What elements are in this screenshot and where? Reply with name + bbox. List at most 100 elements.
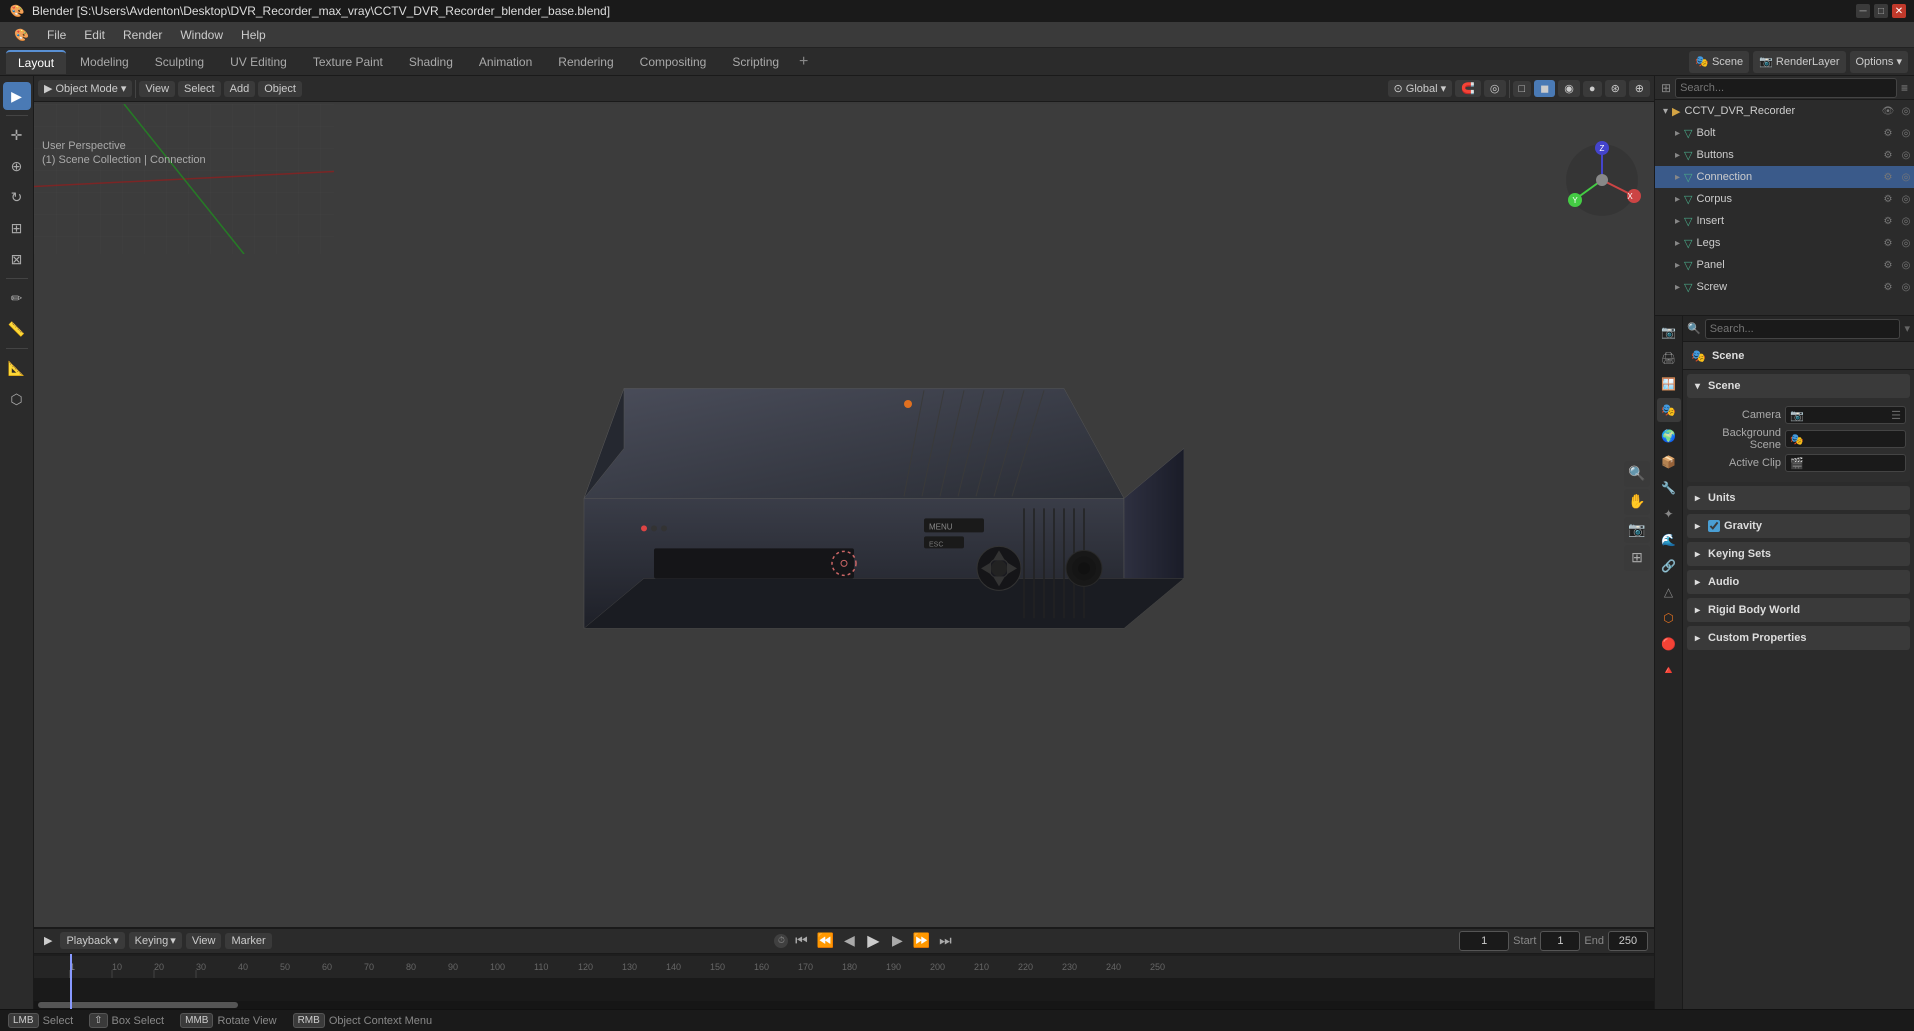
restrict-icon[interactable]: ◎ <box>1898 125 1914 141</box>
active-clip-value[interactable]: 🎬 <box>1785 454 1906 472</box>
jump-next-keyframe[interactable]: ⏩ <box>910 930 932 952</box>
rigid-body-section-header[interactable]: ▸ Rigid Body World <box>1687 598 1910 622</box>
restrict-icon[interactable]: ◎ <box>1898 103 1914 119</box>
jump-prev-keyframe[interactable]: ⏪ <box>814 930 836 952</box>
view-menu-timeline[interactable]: View <box>186 933 222 949</box>
jump-end-button[interactable]: ⏭ <box>934 930 956 952</box>
viewport-camera-tool[interactable]: 📷 <box>1624 517 1650 543</box>
timeline-scrollbar-thumb[interactable] <box>38 1002 238 1008</box>
custom-props-section-header[interactable]: ▸ Custom Properties <box>1687 626 1910 650</box>
tool-scale[interactable]: ⊞ <box>3 214 31 242</box>
view-menu[interactable]: View <box>139 81 175 97</box>
tool-cursor[interactable]: ✛ <box>3 121 31 149</box>
props-tab-data[interactable]: △ <box>1657 580 1681 604</box>
gravity-section-header[interactable]: ▸ Gravity <box>1687 514 1910 538</box>
3d-viewport[interactable]: MENU ESC <box>34 104 1654 927</box>
outliner-filter-icon[interactable]: ≡ <box>1901 81 1908 95</box>
restrict-icon[interactable]: ◎ <box>1898 257 1914 273</box>
props-tab-world[interactable]: 🌍 <box>1657 424 1681 448</box>
tool-move[interactable]: ⊕ <box>3 152 31 180</box>
play-button[interactable]: ▶ <box>862 930 884 952</box>
step-forward-button[interactable]: ▶ <box>886 930 908 952</box>
add-workspace-button[interactable]: + <box>793 51 814 73</box>
vis-icon[interactable]: ⚙ <box>1880 125 1896 141</box>
outliner-item-bolt[interactable]: ▸ ▽ Bolt ⚙ ◎ <box>1655 122 1914 144</box>
props-tab-extra2[interactable]: 🔺 <box>1657 658 1681 682</box>
visibility-icon[interactable]: 👁 <box>1880 103 1896 119</box>
vis-icon[interactable]: ⚙ <box>1880 279 1896 295</box>
viewport-options[interactable]: Options ▾ <box>1850 51 1909 73</box>
outliner-item-panel[interactable]: ▸ ▽ Panel ⚙ ◎ <box>1655 254 1914 276</box>
transform-pivot[interactable]: ⊙ Global ▾ <box>1388 80 1453 97</box>
viewport-shading-solid[interactable]: ◼ <box>1534 80 1555 97</box>
outliner-item-connection[interactable]: ▸ ▽ Connection ⚙ ◎ <box>1655 166 1914 188</box>
minimize-button[interactable]: ─ <box>1856 4 1870 18</box>
restrict-icon[interactable]: ◎ <box>1898 213 1914 229</box>
select-menu[interactable]: Select <box>178 81 221 97</box>
props-tab-physics[interactable]: 🌊 <box>1657 528 1681 552</box>
menu-window[interactable]: Window <box>172 25 231 45</box>
vis-icon[interactable]: ⚙ <box>1880 191 1896 207</box>
add-menu[interactable]: Add <box>224 81 256 97</box>
props-tab-object[interactable]: 📦 <box>1657 450 1681 474</box>
menu-file[interactable]: File <box>39 25 74 45</box>
props-tab-output[interactable]: 🖨 <box>1657 346 1681 370</box>
tool-transform[interactable]: ⊠ <box>3 245 31 273</box>
camera-value[interactable]: 📷 ☰ <box>1785 406 1906 424</box>
props-tab-render[interactable]: 📷 <box>1657 320 1681 344</box>
restrict-icon[interactable]: ◎ <box>1898 235 1914 251</box>
start-frame-input[interactable] <box>1540 931 1580 951</box>
outliner-item-screw[interactable]: ▸ ▽ Screw ⚙ ◎ <box>1655 276 1914 298</box>
restrict-icon[interactable]: ◎ <box>1898 191 1914 207</box>
props-tab-extra1[interactable]: 🔴 <box>1657 632 1681 656</box>
renderlayer-selector[interactable]: 📷 RenderLayer <box>1753 51 1845 73</box>
gizmo-toggle[interactable]: ⊕ <box>1629 80 1650 97</box>
vis-icon[interactable]: ⚙ <box>1880 213 1896 229</box>
outliner-search-input[interactable] <box>1675 78 1897 98</box>
viewport-shading-material[interactable]: ◉ <box>1558 80 1580 97</box>
timeline-scrollbar[interactable] <box>34 1001 1654 1009</box>
tab-rendering[interactable]: Rendering <box>546 51 625 73</box>
props-tab-particles[interactable]: ✦ <box>1657 502 1681 526</box>
tool-annotate-line[interactable]: 📏 <box>3 315 31 343</box>
proportional-edit[interactable]: ◎ <box>1484 80 1506 97</box>
keying-sets-section-header[interactable]: ▸ Keying Sets <box>1687 542 1910 566</box>
end-frame-input[interactable] <box>1608 931 1648 951</box>
bg-scene-value[interactable]: 🎭 <box>1785 430 1906 448</box>
viewport-pan-tool[interactable]: ✋ <box>1624 489 1650 515</box>
outliner-item-insert[interactable]: ▸ ▽ Insert ⚙ ◎ <box>1655 210 1914 232</box>
menu-render[interactable]: Render <box>115 25 170 45</box>
outliner-item-legs[interactable]: ▸ ▽ Legs ⚙ ◎ <box>1655 232 1914 254</box>
props-tab-constraints[interactable]: 🔗 <box>1657 554 1681 578</box>
vis-icon[interactable]: ⚙ <box>1880 257 1896 273</box>
tool-annotate[interactable]: ✏ <box>3 284 31 312</box>
timeline-ruler[interactable]: 1 10 20 30 40 50 60 70 80 90 <box>34 954 1654 1009</box>
vis-icon[interactable]: ⚙ <box>1880 147 1896 163</box>
props-tab-modifiers[interactable]: 🔧 <box>1657 476 1681 500</box>
restrict-icon[interactable]: ◎ <box>1898 147 1914 163</box>
playback-menu[interactable]: Playback ▾ <box>60 932 124 949</box>
tab-scripting[interactable]: Scripting <box>720 51 791 73</box>
tab-uv-editing[interactable]: UV Editing <box>218 51 299 73</box>
tool-select[interactable]: ▶ <box>3 82 31 110</box>
filter-icon[interactable]: ▾ <box>1904 322 1910 335</box>
tool-add[interactable]: ⬡ <box>3 385 31 413</box>
viewport-zoom-tool[interactable]: 🔍 <box>1624 461 1650 487</box>
keying-menu[interactable]: Keying ▾ <box>129 932 182 949</box>
marker-menu[interactable]: Marker <box>225 933 271 949</box>
overlay-toggle[interactable]: ⊛ <box>1605 80 1626 97</box>
viewport-ortho-tool[interactable]: ⊞ <box>1624 545 1650 571</box>
tab-sculpting[interactable]: Sculpting <box>143 51 216 73</box>
units-section-header[interactable]: ▸ Units <box>1687 486 1910 510</box>
outliner-item-scene-collection[interactable]: ▾ ▶ CCTV_DVR_Recorder 👁 ◎ <box>1655 100 1914 122</box>
current-frame-input[interactable] <box>1459 931 1509 951</box>
tab-compositing[interactable]: Compositing <box>628 51 719 73</box>
tab-shading[interactable]: Shading <box>397 51 465 73</box>
outliner-item-buttons[interactable]: ▸ ▽ Buttons ⚙ ◎ <box>1655 144 1914 166</box>
tab-layout[interactable]: Layout <box>6 50 66 74</box>
tab-texture-paint[interactable]: Texture Paint <box>301 51 395 73</box>
menu-edit[interactable]: Edit <box>76 25 113 45</box>
object-menu[interactable]: Object <box>258 81 302 97</box>
menu-blender[interactable]: 🎨 <box>6 25 37 45</box>
camera-selector-icon[interactable]: ☰ <box>1891 409 1901 422</box>
